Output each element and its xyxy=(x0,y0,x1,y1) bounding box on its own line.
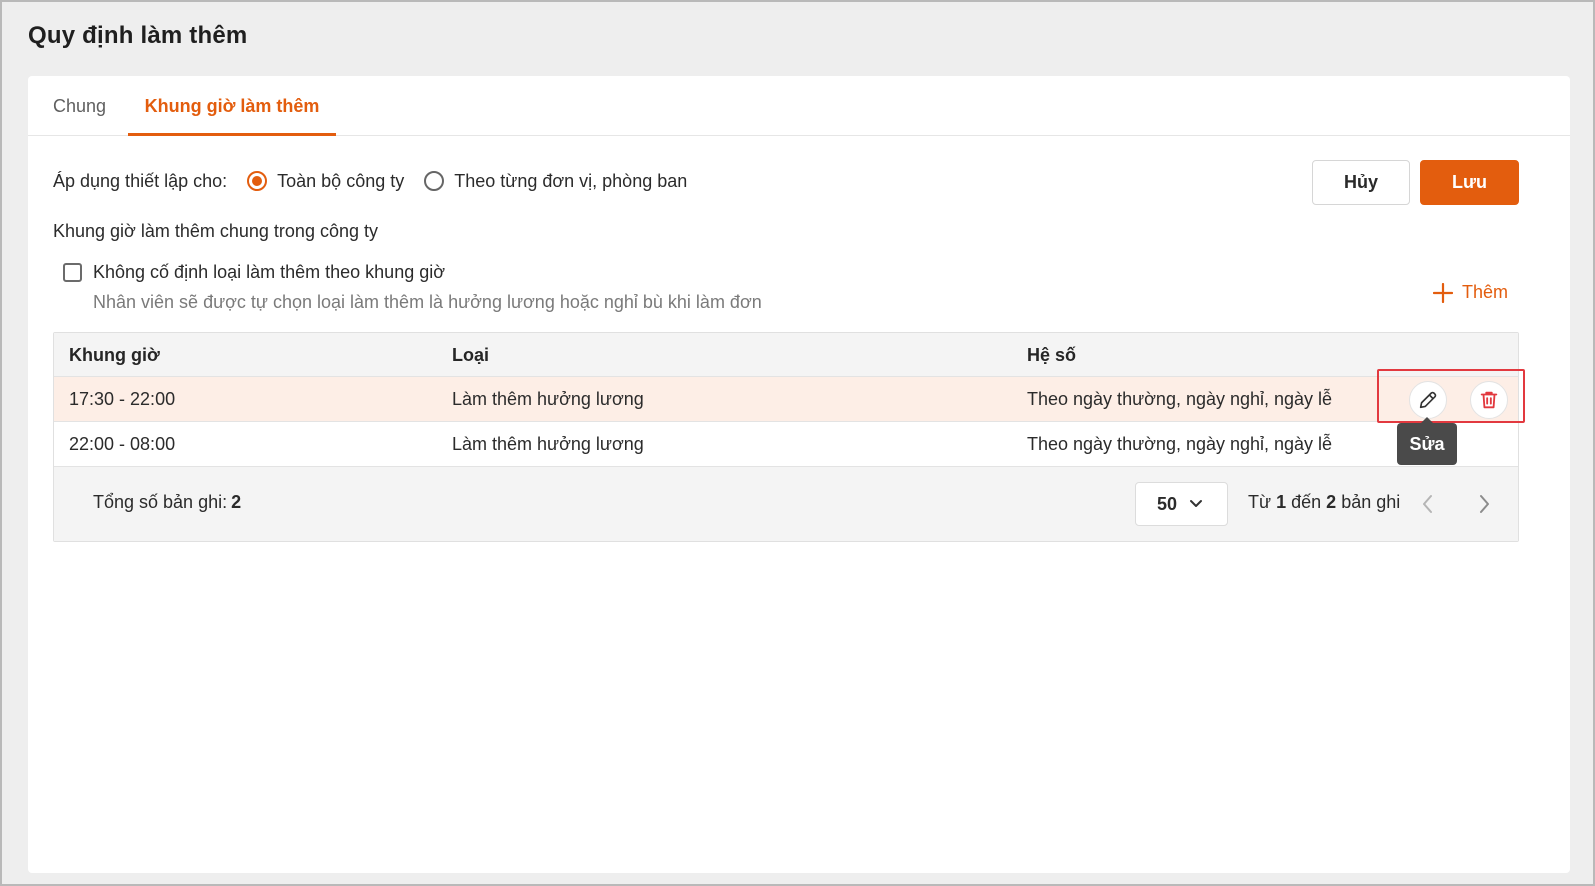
prev-page-button[interactable] xyxy=(1416,490,1440,518)
section-label: Khung giờ làm thêm chung trong công ty xyxy=(53,221,378,241)
app-frame: Quy định làm thêm Chung Khung giờ làm th… xyxy=(0,0,1595,886)
add-button[interactable]: Thêm xyxy=(1433,282,1508,303)
range-from-word: Từ xyxy=(1248,492,1272,512)
cancel-button[interactable]: Hủy xyxy=(1312,160,1410,205)
radio-by-department[interactable]: Theo từng đơn vị, phòng ban xyxy=(424,171,687,192)
column-header-time: Khung giờ xyxy=(69,345,160,365)
cell-type: Làm thêm hưởng lương xyxy=(452,434,644,454)
chevron-down-icon xyxy=(1190,500,1203,507)
page-size-select[interactable]: 50 xyxy=(1135,482,1228,526)
checkbox-hint: Nhân viên sẽ được tự chọn loại làm thêm … xyxy=(93,292,762,312)
apply-label: Áp dụng thiết lập cho: xyxy=(53,170,228,191)
range-start: 1 xyxy=(1276,492,1287,512)
chevron-left-icon xyxy=(1423,495,1432,513)
page-title: Quy định làm thêm xyxy=(28,22,248,49)
record-range: Từ 1 đến 2 bản ghi xyxy=(1248,492,1400,513)
add-label: Thêm xyxy=(1462,282,1509,302)
table-footer: Tổng số bản ghi: 2 50 Từ 1 đến 2 bản ghi xyxy=(54,467,1518,541)
cell-coef: Theo ngày thường, ngày nghỉ, ngày lễ xyxy=(1027,434,1333,454)
edit-button[interactable] xyxy=(1409,381,1447,419)
table-row[interactable]: 22:00 - 08:00 Làm thêm hưởng lương Theo … xyxy=(54,422,1518,467)
tab-bar: Chung Khung giờ làm thêm xyxy=(28,76,1570,136)
overtime-table: Khung giờ Loại Hệ số 17:30 - 22:00 Làm t… xyxy=(53,332,1519,542)
cell-type: Làm thêm hưởng lương xyxy=(452,389,644,409)
radio-checked-icon[interactable] xyxy=(247,171,268,191)
content-card: Chung Khung giờ làm thêm Áp dụng thiết l… xyxy=(28,76,1570,873)
trash-icon xyxy=(1480,391,1498,409)
edit-tooltip: Sửa xyxy=(1397,417,1457,465)
total-count: 2 xyxy=(231,492,242,512)
table-row[interactable]: 17:30 - 22:00 Làm thêm hưởng lương Theo … xyxy=(54,377,1518,422)
not-fixed-type-option[interactable]: Không cố định loại làm thêm theo khung g… xyxy=(63,262,445,283)
apply-setting-row: Áp dụng thiết lập cho: Toàn bộ công ty T… xyxy=(53,169,687,193)
radio-unchecked-icon[interactable] xyxy=(424,171,445,191)
plus-icon xyxy=(1433,282,1453,303)
radio-whole-company[interactable]: Toàn bộ công ty xyxy=(247,171,404,192)
radio-by-department-label: Theo từng đơn vị, phòng ban xyxy=(454,170,688,191)
checkbox-icon[interactable] xyxy=(63,263,82,282)
range-to-word: đến xyxy=(1291,492,1322,512)
total-label: Tổng số bản ghi: xyxy=(93,492,228,512)
range-end: 2 xyxy=(1326,492,1337,512)
tab-general[interactable]: Chung xyxy=(53,76,106,136)
cell-time: 17:30 - 22:00 xyxy=(69,389,176,409)
column-header-type: Loại xyxy=(452,345,490,365)
page-size-value: 50 xyxy=(1157,493,1178,514)
radio-whole-company-label: Toàn bộ công ty xyxy=(277,170,405,191)
chevron-right-icon xyxy=(1480,495,1489,513)
range-suffix: bản ghi xyxy=(1341,492,1401,512)
column-header-coef: Hệ số xyxy=(1027,345,1077,365)
next-page-button[interactable] xyxy=(1472,490,1496,518)
checkbox-label: Không cố định loại làm thêm theo khung g… xyxy=(93,262,446,282)
table-header: Khung giờ Loại Hệ số xyxy=(54,333,1518,377)
cell-time: 22:00 - 08:00 xyxy=(69,434,176,454)
cell-coef: Theo ngày thường, ngày nghỉ, ngày lễ xyxy=(1027,389,1333,409)
total-records: Tổng số bản ghi: 2 xyxy=(93,492,241,513)
pencil-icon xyxy=(1419,391,1437,409)
save-button[interactable]: Lưu xyxy=(1420,160,1519,205)
tab-overtime-slots[interactable]: Khung giờ làm thêm xyxy=(128,76,336,136)
delete-button[interactable] xyxy=(1470,381,1508,419)
